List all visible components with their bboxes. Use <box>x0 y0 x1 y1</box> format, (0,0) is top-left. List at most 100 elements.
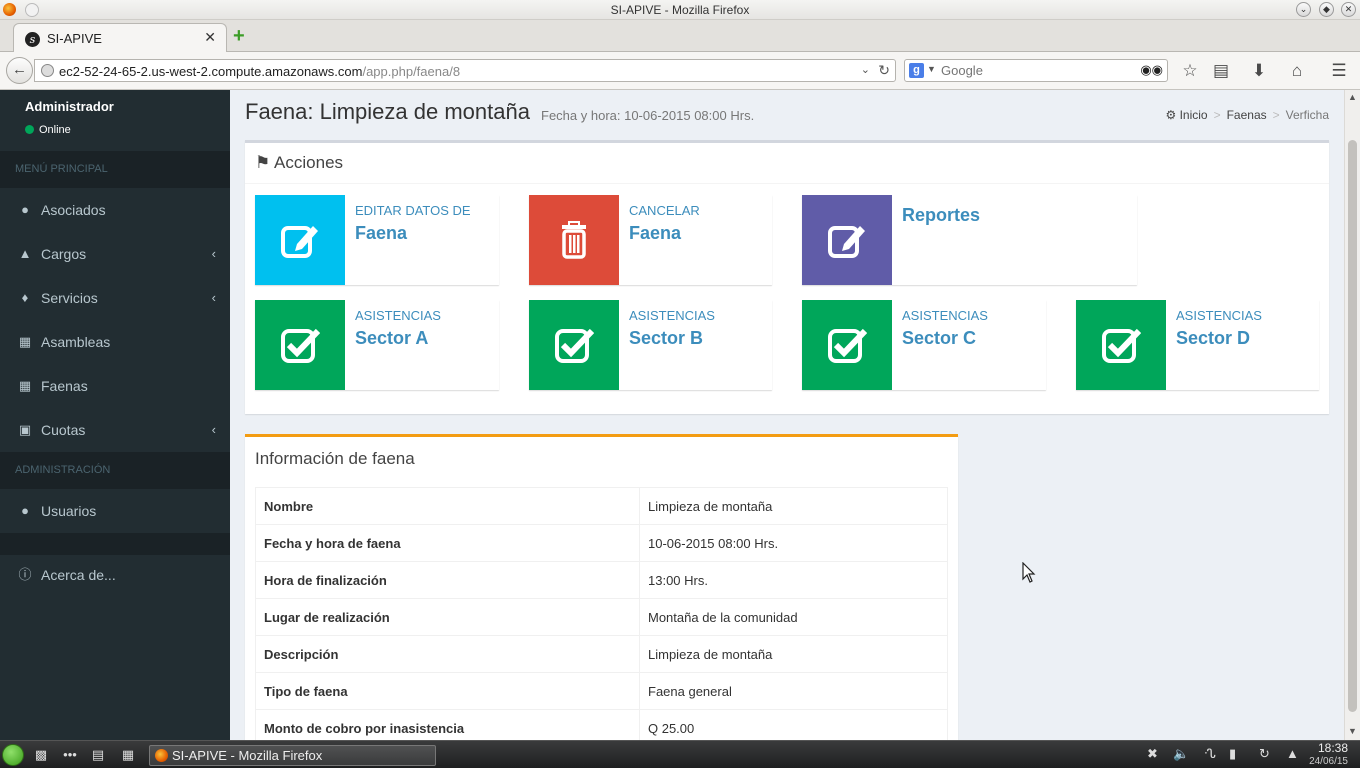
task-label: SI-APIVE - Mozilla Firefox <box>172 748 323 763</box>
sync-icon[interactable]: ↻ <box>1259 746 1270 762</box>
back-button[interactable]: ← <box>6 57 33 84</box>
more-apps-icon[interactable]: ••• <box>60 745 80 765</box>
taskbar-firefox-window[interactable]: SI-APIVE - Mozilla Firefox <box>149 745 436 766</box>
file-manager-icon[interactable]: ▦ <box>118 745 138 765</box>
scroll-up-arrow-icon[interactable]: ▲ <box>1348 92 1357 102</box>
check-square-icon <box>255 300 345 390</box>
tint-icon: ♦ <box>21 290 29 305</box>
sidebar-item-servicios[interactable]: ♦ Servicios ‹ <box>0 276 230 320</box>
action-asistencias-sector-a[interactable]: ASISTENCIAS Sector A <box>255 300 499 390</box>
action-asistencias-sector-c[interactable]: ASISTENCIAS Sector C <box>802 300 1046 390</box>
clock[interactable]: 18:38 24/06/15 <box>1309 742 1348 768</box>
breadcrumb-faenas[interactable]: Faenas <box>1227 108 1267 122</box>
row-value: Limpieza de montaña <box>639 487 948 525</box>
breadcrumb: ⚙ Inicio > Faenas > Verficha <box>1165 108 1329 122</box>
maximize-button[interactable]: ◆ <box>1319 2 1334 17</box>
scroll-down-arrow-icon[interactable]: ▼ <box>1348 726 1357 736</box>
row-key: Lugar de realización <box>255 598 640 636</box>
sidebar-item-faenas[interactable]: ▦ Faenas <box>0 364 230 408</box>
search-input[interactable] <box>941 62 1141 79</box>
battery-icon[interactable]: ▮ <box>1229 746 1236 762</box>
row-value: Faena general <box>639 672 948 710</box>
row-value: Limpieza de montaña <box>639 635 948 673</box>
navigation-toolbar: ← ec2-52-24-65-2.us-west-2.compute.amazo… <box>0 52 1360 90</box>
sidebar-item-cargos[interactable]: ▲ Cargos ‹ <box>0 232 230 276</box>
firefox-icon <box>155 749 168 762</box>
action-number: Sector D <box>1176 328 1251 348</box>
downloads-icon[interactable]: ⬇ <box>1248 61 1270 81</box>
network-icon[interactable]: ✖ <box>1147 746 1158 762</box>
row-key: Nombre <box>255 487 640 525</box>
check-square-icon <box>1076 300 1166 390</box>
row-key: Tipo de faena <box>255 672 640 710</box>
table-row: Tipo de faena Faena general <box>255 672 948 710</box>
desktop-icon[interactable]: ▩ <box>31 745 51 765</box>
sidebar-item-label: Cargos <box>41 246 87 262</box>
action-asistencias-sector-b[interactable]: ASISTENCIAS Sector B <box>529 300 772 390</box>
sidebar-item-cuotas[interactable]: ▣ Cuotas ‹ <box>0 408 230 452</box>
close-tab-icon[interactable]: ✕ <box>204 29 216 46</box>
action-number: Faena <box>629 223 682 243</box>
bookmark-star-icon[interactable]: ☆ <box>1179 61 1201 81</box>
close-window-button[interactable]: ✕ <box>1341 2 1356 17</box>
breadcrumb-inicio[interactable]: Inicio <box>1180 108 1208 122</box>
action-asistencias-sector-d[interactable]: ASISTENCIAS Sector D <box>1076 300 1319 390</box>
tag-icon: ⚑ <box>255 153 271 172</box>
tray-expand-icon[interactable]: ▲ <box>1286 746 1299 761</box>
row-key: Monto de cobro por inasistencia <box>255 709 640 740</box>
bluetooth-icon[interactable]: ᔗ <box>1204 746 1216 762</box>
row-value: Montaña de la comunidad <box>639 598 948 636</box>
check-square-icon <box>802 300 892 390</box>
reload-icon[interactable]: ↻ <box>878 62 890 79</box>
hamburger-menu-icon[interactable]: ☰ <box>1328 61 1350 81</box>
info-title: Información de faena <box>255 449 415 468</box>
binoculars-icon[interactable]: ◉◉ <box>1140 62 1163 78</box>
google-engine-icon[interactable]: g <box>909 63 924 78</box>
tab-si-apive[interactable]: s SI-APIVE ✕ <box>13 23 227 53</box>
trash-icon <box>529 195 619 285</box>
history-dropdown-icon[interactable]: ⌄ <box>861 63 870 76</box>
action-text: ASISTENCIAS <box>902 308 988 323</box>
action-text: ASISTENCIAS <box>355 308 441 323</box>
action-cancel-faena[interactable]: CANCELAR Faena <box>529 195 772 285</box>
globe-icon <box>41 64 54 77</box>
sidebar-item-about[interactable]: ⓘ Acerca de... <box>0 553 230 597</box>
sidebar-item-label: Usuarios <box>41 503 97 519</box>
os-taskbar: ▩ ••• ▤ ▦ SI-APIVE - Mozilla Firefox ✖ 🔈… <box>0 740 1360 768</box>
start-menu-icon[interactable] <box>2 744 24 766</box>
search-bar[interactable]: g ▼ ◉◉ <box>904 59 1168 82</box>
sidebar-header-admin: ADMINISTRACIÓN <box>0 452 230 489</box>
chevron-left-icon: ‹ <box>211 246 216 261</box>
home-icon[interactable]: ⌂ <box>1286 61 1308 81</box>
url-bar[interactable]: ec2-52-24-65-2.us-west-2.compute.amazona… <box>34 59 896 82</box>
sidebar-item-asociados[interactable]: ● Asociados <box>0 188 230 232</box>
action-reportes[interactable]: Reportes <box>802 195 1137 285</box>
user-icon: ● <box>21 202 29 217</box>
user-status-label: Online <box>39 124 71 136</box>
action-edit-faena[interactable]: EDITAR DATOS DE Faena <box>255 195 499 285</box>
workspace-switcher-icon[interactable]: ▤ <box>88 745 108 765</box>
page-title: Faena: Limpieza de montaña <box>245 99 530 124</box>
window-titlebar: SI-APIVE - Mozilla Firefox ⌄ ◆ ✕ <box>0 0 1360 20</box>
volume-icon[interactable]: 🔈 <box>1173 746 1189 762</box>
bookmarks-list-icon[interactable]: ▤ <box>1210 61 1232 81</box>
info-circle-icon: ⓘ <box>18 567 32 582</box>
sidebar: Administrador Online MENÚ PRINCIPAL ● As… <box>0 90 230 740</box>
user-status: Online <box>25 124 71 136</box>
user-name: Administrador <box>25 99 114 114</box>
sidebar-header-main: MENÚ PRINCIPAL <box>0 151 230 188</box>
action-text: CANCELAR <box>629 203 700 218</box>
url-text[interactable]: ec2-52-24-65-2.us-west-2.compute.amazona… <box>59 64 460 79</box>
dashboard-icon: ⚙ <box>1165 108 1177 122</box>
sidebar-item-usuarios[interactable]: ● Usuarios <box>0 489 230 533</box>
sidebar-item-asambleas[interactable]: ▦ Asambleas <box>0 320 230 364</box>
engine-dropdown-icon[interactable]: ▼ <box>927 64 936 74</box>
action-text: EDITAR DATOS DE <box>355 203 471 218</box>
scrollbar-thumb[interactable] <box>1348 140 1357 712</box>
edit-icon <box>802 195 892 285</box>
action-number: Sector A <box>355 328 429 348</box>
url-path: /app.php/faena/8 <box>362 64 461 79</box>
minimize-button[interactable]: ⌄ <box>1296 2 1311 17</box>
new-tab-button[interactable]: + <box>233 25 245 48</box>
page-scrollbar[interactable]: ▲ ▼ <box>1344 90 1360 740</box>
